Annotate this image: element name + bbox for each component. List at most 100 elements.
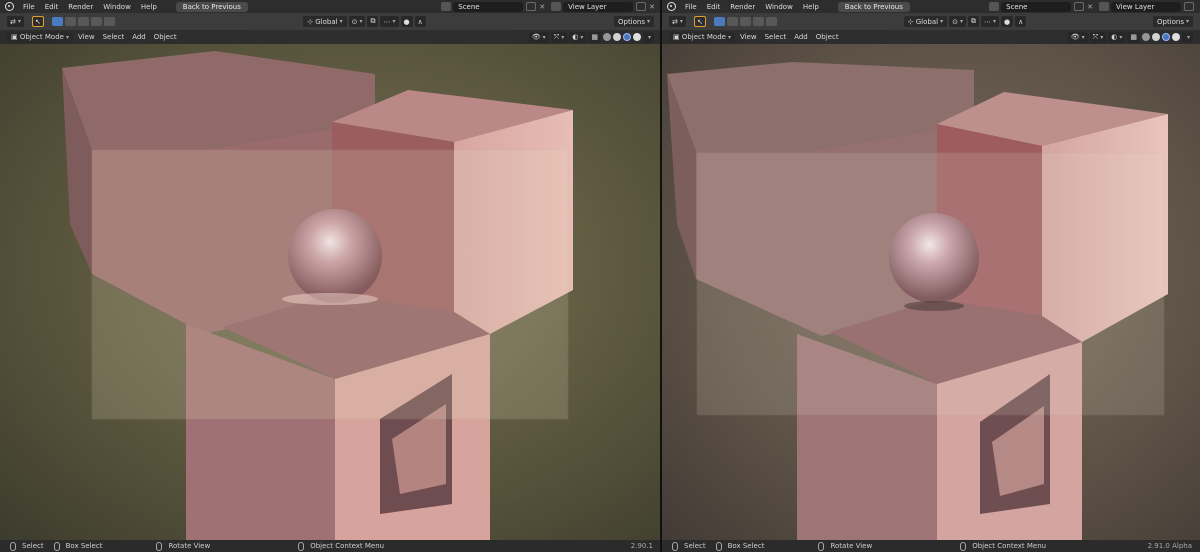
select-cursor-icon[interactable]: ↖ (693, 16, 706, 27)
menu-render[interactable]: Render (63, 3, 98, 11)
editor-type-icon[interactable]: ⇄ ▾ (7, 16, 24, 27)
back-to-previous-button[interactable]: Back to Previous (837, 1, 910, 12)
mouse-icon (10, 541, 16, 551)
gizmo-icon[interactable]: ⤧ ▾ (1089, 31, 1107, 43)
new-scene-icon[interactable] (526, 2, 537, 11)
falloff-icon[interactable]: ∧ (414, 16, 426, 27)
snap-target-icon[interactable]: ⋯ ▾ (980, 16, 999, 27)
scene-selector[interactable]: Scene ✕ (441, 1, 545, 12)
viewport-render (662, 44, 1200, 540)
3d-viewport[interactable] (662, 44, 1200, 540)
menu-add[interactable]: Add (790, 33, 812, 41)
close-icon[interactable]: ✕ (1087, 3, 1093, 11)
select-mode-invert-icon[interactable] (752, 17, 764, 26)
options-label: Options (1156, 17, 1184, 26)
menu-window[interactable]: Window (760, 3, 798, 11)
xray-icon[interactable]: ▦ (1127, 31, 1140, 43)
menu-object[interactable]: Object (812, 33, 843, 41)
visibility-icon[interactable]: 👁 ▾ (528, 31, 549, 43)
menu-window[interactable]: Window (98, 3, 136, 11)
options-dropdown[interactable]: Options ▾ (1152, 16, 1194, 27)
select-mode-extend-icon[interactable] (64, 17, 76, 26)
blender-logo-icon[interactable] (667, 2, 676, 11)
object-mode-dropdown[interactable]: ▣ Object Mode ▾ (669, 31, 735, 43)
select-mode-subtract-icon[interactable] (739, 17, 751, 26)
view-layer-icon (551, 2, 562, 11)
transform-orientation-dropdown[interactable]: ⊹ Global ▾ (303, 16, 347, 27)
rendered-shading-icon[interactable] (632, 33, 641, 41)
pivot-point-icon[interactable]: ⊙ ▾ (348, 16, 366, 27)
snap-icon[interactable]: ⧉ (967, 16, 979, 27)
visibility-icon[interactable]: 👁 ▾ (1067, 31, 1088, 43)
options-dropdown[interactable]: Options ▾ (613, 16, 655, 27)
solid-shading-icon[interactable] (612, 33, 621, 41)
wireframe-shading-icon[interactable] (1141, 33, 1150, 41)
mouse-icon (156, 541, 163, 551)
select-cursor-icon[interactable]: ↖ (31, 16, 44, 27)
menu-help[interactable]: Help (798, 3, 824, 11)
new-view-layer-icon[interactable] (636, 2, 647, 11)
select-mode-intersect-icon[interactable] (103, 17, 115, 26)
scene-name-field[interactable]: Scene (1001, 1, 1072, 12)
menu-object[interactable]: Object (150, 33, 181, 41)
overlay-icon[interactable]: ◐ ▾ (569, 31, 587, 43)
menu-add[interactable]: Add (128, 33, 150, 41)
solid-shading-icon[interactable] (1151, 33, 1160, 41)
menu-view[interactable]: View (74, 33, 99, 41)
rendered-shading-icon[interactable] (1171, 33, 1180, 41)
pivot-point-icon[interactable]: ⊙ ▾ (949, 16, 966, 27)
back-to-previous-button[interactable]: Back to Previous (175, 1, 248, 12)
select-mode-intersect-icon[interactable] (765, 17, 777, 26)
viewport-render (0, 44, 661, 540)
mouse-icon (818, 541, 825, 551)
proportional-edit-icon[interactable]: ● (400, 16, 413, 27)
menu-file[interactable]: File (680, 3, 702, 11)
menu-select[interactable]: Select (761, 33, 791, 41)
scene-selector[interactable]: Scene ✕ (989, 1, 1093, 12)
material-preview-shading-icon[interactable] (622, 33, 631, 41)
menu-help[interactable]: Help (136, 3, 162, 11)
mouse-icon (298, 541, 305, 551)
overlay-icon[interactable]: ◐ ▾ (1108, 31, 1126, 43)
close-icon[interactable]: ✕ (649, 3, 655, 11)
transform-orientation-dropdown[interactable]: ⊹ Global ▾ (903, 16, 948, 27)
view-layer-selector[interactable]: View Layer (1099, 1, 1194, 12)
menu-edit[interactable]: Edit (702, 3, 726, 11)
scene-name-field[interactable]: Scene (453, 1, 524, 12)
3d-viewport[interactable] (0, 44, 661, 540)
view-layer-name-field[interactable]: View Layer (1111, 1, 1181, 12)
top-menubar: File Edit Render Window Help Back to Pre… (662, 0, 1200, 13)
select-mode-invert-icon[interactable] (90, 17, 102, 26)
view-layer-selector[interactable]: View Layer ✕ (551, 1, 655, 12)
xray-icon[interactable]: ▦ (588, 31, 601, 43)
select-mode-new-icon[interactable] (51, 17, 63, 26)
tool-header: ⇄ ▾ ↖ ⊹ Global ▾ ⊙ ▾ ⧉ ⋯ ▾ ● ∧ Options ▾ (662, 13, 1200, 30)
status-select: Select (684, 542, 706, 550)
menu-render[interactable]: Render (725, 3, 760, 11)
camera-frame (91, 149, 569, 420)
editor-type-icon[interactable]: ⇄ ▾ (669, 16, 686, 27)
select-mode-new-icon[interactable] (713, 17, 725, 26)
view-layer-name-field[interactable]: View Layer (563, 1, 634, 12)
snap-target-icon[interactable]: ⋯ ▾ (380, 16, 399, 27)
gizmo-icon[interactable]: ⤧ ▾ (550, 31, 568, 43)
new-view-layer-icon[interactable] (1184, 2, 1194, 11)
shading-options-icon[interactable]: ▾ (1181, 31, 1193, 43)
new-scene-icon[interactable] (1074, 2, 1085, 11)
blender-logo-icon[interactable] (5, 2, 14, 11)
material-preview-shading-icon[interactable] (1161, 33, 1170, 41)
wireframe-shading-icon[interactable] (602, 33, 611, 41)
object-mode-icon: ▣ (11, 33, 20, 41)
proportional-edit-icon[interactable]: ● (1001, 16, 1014, 27)
falloff-icon[interactable]: ∧ (1015, 16, 1027, 27)
snap-icon[interactable]: ⧉ (367, 16, 379, 27)
select-mode-subtract-icon[interactable] (77, 17, 89, 26)
shading-options-icon[interactable]: ▾ (642, 31, 654, 43)
menu-select[interactable]: Select (99, 33, 129, 41)
menu-file[interactable]: File (18, 3, 40, 11)
object-mode-dropdown[interactable]: ▣ Object Mode ▾ (7, 31, 73, 43)
close-icon[interactable]: ✕ (539, 3, 545, 11)
menu-view[interactable]: View (736, 33, 761, 41)
menu-edit[interactable]: Edit (40, 3, 64, 11)
select-mode-extend-icon[interactable] (726, 17, 738, 26)
